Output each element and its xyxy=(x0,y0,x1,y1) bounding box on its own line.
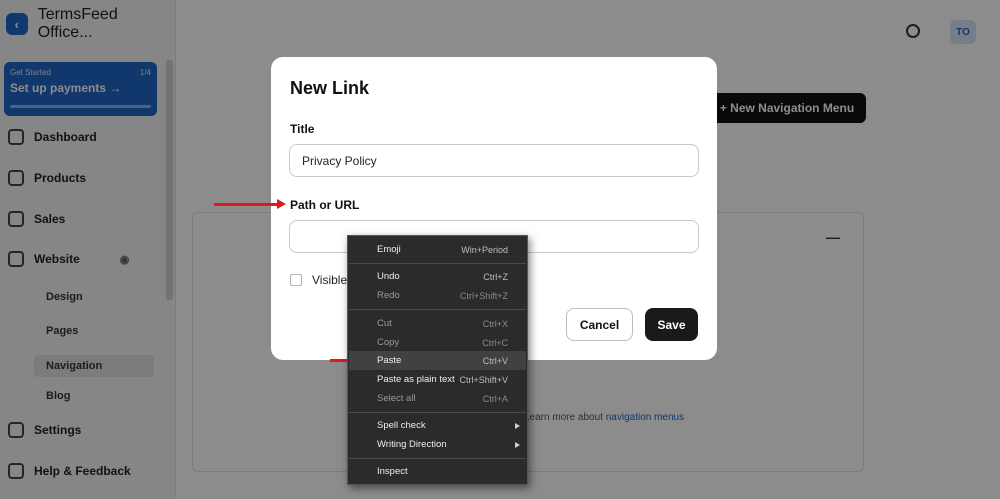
menu-item-paste-plain-text[interactable]: Paste as plain text Ctrl+Shift+V xyxy=(349,370,526,389)
submenu-arrow-icon xyxy=(515,422,520,429)
menu-item-emoji[interactable]: Emoji Win+Period xyxy=(349,240,526,259)
menu-separator xyxy=(349,412,526,413)
menu-item-writing-direction[interactable]: Writing Direction xyxy=(349,435,526,454)
menu-item-label: Copy xyxy=(377,337,400,348)
visible-row[interactable]: Visible xyxy=(290,273,347,287)
menu-item-copy[interactable]: Copy Ctrl+C xyxy=(349,333,526,352)
menu-item-label: Spell check xyxy=(377,420,426,431)
path-field-label: Path or URL xyxy=(290,198,360,212)
visible-checkbox[interactable] xyxy=(290,274,302,286)
menu-item-shortcut: Ctrl+Z xyxy=(483,271,508,282)
menu-item-label: Select all xyxy=(377,393,416,404)
context-menu: Emoji Win+Period Undo Ctrl+Z Redo Ctrl+S… xyxy=(347,235,528,485)
menu-item-shortcut: Ctrl+C xyxy=(482,337,508,348)
menu-separator xyxy=(349,458,526,459)
menu-item-cut[interactable]: Cut Ctrl+X xyxy=(349,314,526,333)
menu-item-shortcut: Ctrl+Shift+Z xyxy=(459,290,508,301)
menu-item-shortcut: Ctrl+Shift+V xyxy=(459,374,508,385)
menu-item-label: Paste xyxy=(377,355,402,366)
menu-item-shortcut: Ctrl+A xyxy=(482,393,508,404)
menu-item-label: Emoji xyxy=(377,244,401,255)
cancel-button[interactable]: Cancel xyxy=(566,308,633,341)
menu-separator xyxy=(349,309,526,310)
menu-separator xyxy=(349,263,526,264)
menu-item-undo[interactable]: Undo Ctrl+Z xyxy=(349,267,526,286)
dialog-title: New Link xyxy=(290,78,370,98)
title-input[interactable] xyxy=(289,144,699,177)
menu-item-label: Undo xyxy=(377,271,400,282)
visible-label: Visible xyxy=(312,273,348,287)
title-field-label: Title xyxy=(290,122,315,136)
menu-item-redo[interactable]: Redo Ctrl+Shift+Z xyxy=(349,286,526,305)
menu-item-shortcut: Win+Period xyxy=(461,244,508,255)
menu-item-label: Redo xyxy=(377,290,400,301)
menu-item-label: Cut xyxy=(377,318,392,329)
menu-item-label: Paste as plain text xyxy=(377,374,455,385)
menu-item-paste[interactable]: Paste Ctrl+V xyxy=(349,351,526,370)
menu-item-spell-check[interactable]: Spell check xyxy=(349,416,526,435)
annotation-arrow-path-field xyxy=(214,199,286,209)
menu-item-shortcut: Ctrl+V xyxy=(482,355,508,366)
save-button[interactable]: Save xyxy=(645,308,698,341)
menu-item-label: Inspect xyxy=(377,466,408,477)
menu-item-shortcut: Ctrl+X xyxy=(482,318,508,329)
menu-item-select-all[interactable]: Select all Ctrl+A xyxy=(349,389,526,408)
menu-item-label: Writing Direction xyxy=(377,439,447,450)
menu-item-inspect[interactable]: Inspect xyxy=(349,462,526,481)
submenu-arrow-icon xyxy=(515,441,520,448)
